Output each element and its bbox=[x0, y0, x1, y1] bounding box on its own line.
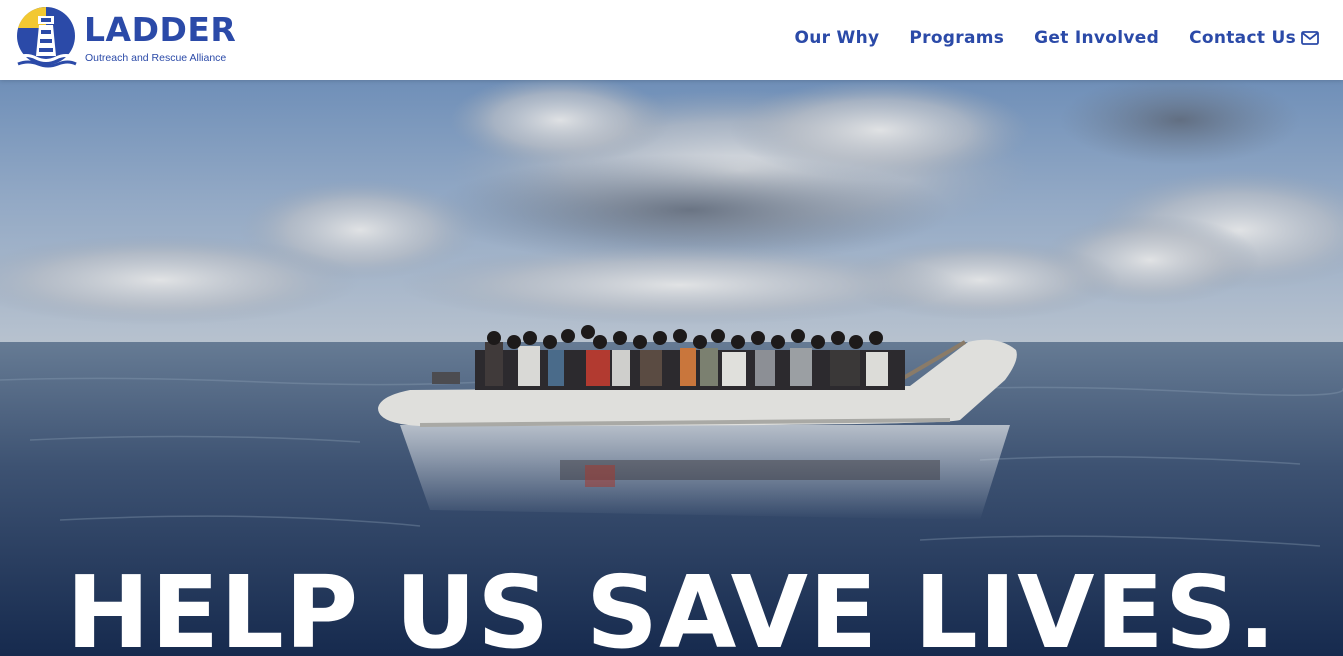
lighthouse-logo-icon bbox=[15, 6, 77, 68]
hero-headline: HELP US SAVE LIVES. bbox=[66, 554, 1277, 656]
hero-banner: HELP US SAVE LIVES. bbox=[0, 80, 1343, 656]
main-nav: Our Why Programs Get Involved Contact Us bbox=[794, 28, 1319, 48]
brand-name: LADDER bbox=[84, 10, 237, 49]
nav-label: Get Involved bbox=[1034, 28, 1160, 48]
nav-label: Contact Us bbox=[1189, 28, 1296, 48]
nav-label: Our Why bbox=[794, 28, 880, 48]
envelope-icon bbox=[1301, 31, 1319, 45]
brand-tagline: Outreach and Rescue Alliance bbox=[85, 52, 227, 64]
nav-label: Programs bbox=[909, 28, 1005, 48]
site-header: LADDER Outreach and Rescue Alliance Our … bbox=[0, 0, 1343, 80]
nav-get-involved[interactable]: Get Involved bbox=[1034, 28, 1159, 48]
nav-our-why[interactable]: Our Why bbox=[794, 28, 879, 48]
nav-contact-us[interactable]: Contact Us bbox=[1189, 28, 1319, 48]
ladder-logo[interactable]: LADDER Outreach and Rescue Alliance bbox=[14, 6, 254, 72]
nav-programs[interactable]: Programs bbox=[909, 28, 1004, 48]
